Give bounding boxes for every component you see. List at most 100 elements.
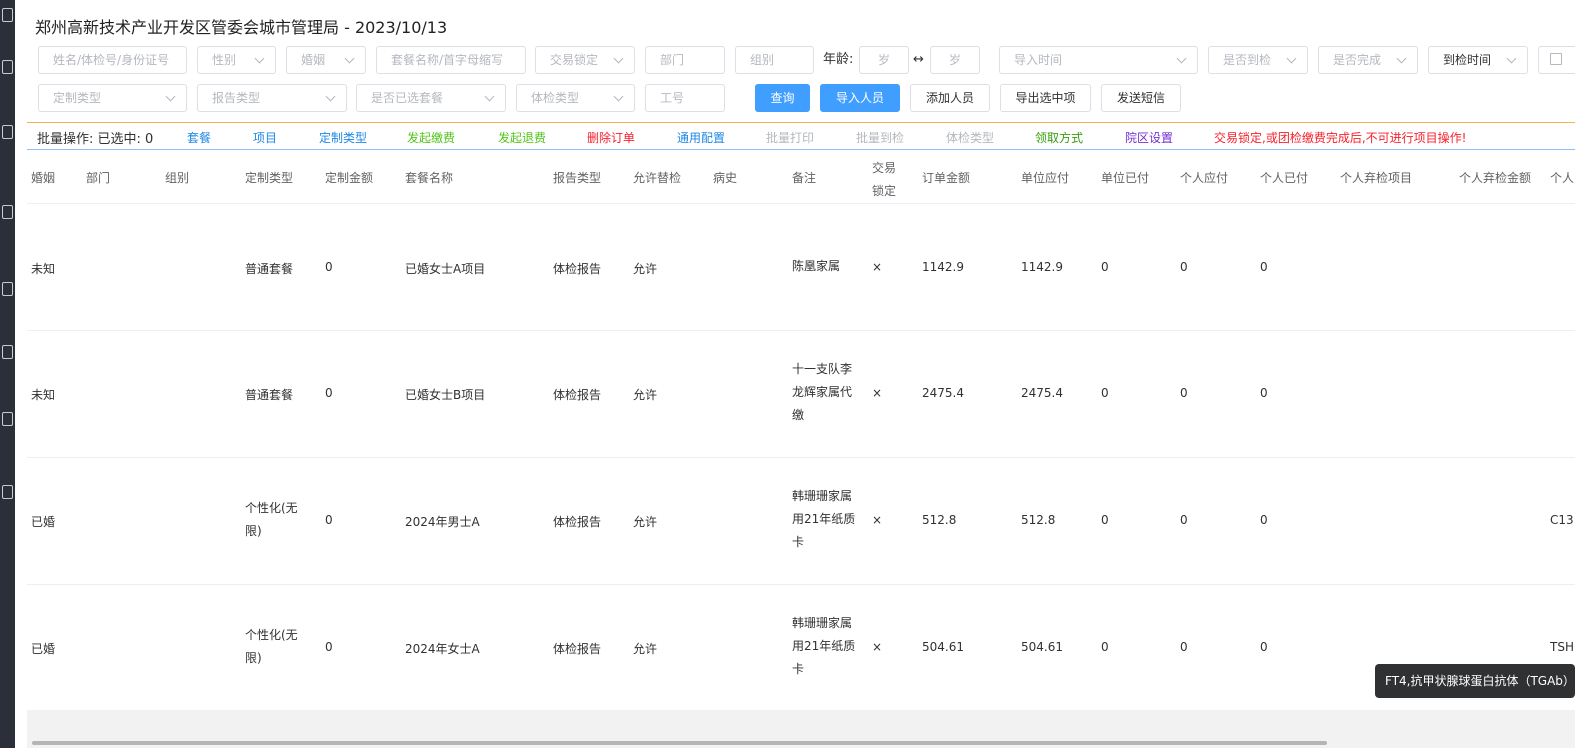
col-unit-due: 单位应付 bbox=[1021, 171, 1070, 185]
batch-pickup-method-link[interactable]: 领取方式 bbox=[1035, 129, 1083, 146]
batch-print-link[interactable]: 批量打印 bbox=[766, 129, 814, 146]
custom-type-select[interactable]: 定制类型 bbox=[38, 84, 187, 112]
col-department: 部门 bbox=[86, 171, 111, 185]
cell-personal-paid: 0 bbox=[1260, 513, 1268, 527]
checkin-time-select[interactable]: 到检时间 bbox=[1428, 46, 1528, 74]
cell-custom-type: 个性化(无限) bbox=[245, 628, 298, 665]
batch-initiate-payment-link[interactable]: 发起缴费 bbox=[407, 129, 455, 146]
batch-warning-text: 交易锁定,或团检缴费完成后,不可进行项目操作! bbox=[1214, 131, 1467, 145]
cell-remark: 韩珊珊家属用21年纸质卡 bbox=[792, 616, 856, 676]
table-icon[interactable] bbox=[2, 125, 13, 139]
batch-exam-type-link[interactable]: 体检类型 bbox=[946, 129, 994, 146]
query-button[interactable]: 查询 bbox=[755, 84, 810, 112]
cell-personal-due: 0 bbox=[1180, 386, 1188, 400]
col-custom-type: 定制类型 bbox=[245, 171, 294, 185]
cell-unit-paid: 0 bbox=[1101, 513, 1109, 527]
cell-package-name: 2024年男士A bbox=[405, 515, 480, 529]
gender-select[interactable]: 性别 bbox=[197, 46, 276, 74]
batch-custom-type-link[interactable]: 定制类型 bbox=[319, 129, 367, 146]
cell-allow-substitute: 允许 bbox=[633, 642, 658, 656]
table-row[interactable]: 未知 普通套餐 0 已婚女士B项目 体检报告 允许 十一支队李龙辉家属代缴 × … bbox=[27, 331, 1575, 458]
batch-checkin-link[interactable]: 批量到检 bbox=[856, 129, 904, 146]
age-to-input[interactable]: 岁 bbox=[930, 46, 980, 74]
star-icon[interactable] bbox=[2, 205, 13, 219]
cell-trade-lock: × bbox=[872, 513, 883, 527]
batch-initiate-refund-link[interactable]: 发起退费 bbox=[498, 129, 546, 146]
age-label: 年龄: bbox=[823, 52, 854, 67]
calendar-icon bbox=[1550, 53, 1562, 65]
app-side-strip bbox=[0, 0, 15, 748]
cell-custom-type: 普通套餐 bbox=[245, 388, 294, 402]
report-type-select[interactable]: 报告类型 bbox=[197, 84, 347, 112]
col-cut-off: 个人 bbox=[1550, 171, 1575, 185]
marriage-select[interactable]: 婚姻 bbox=[286, 46, 366, 74]
table-row[interactable]: 已婚 个性化(无限) 0 2024年男士A 体检报告 允许 韩珊珊家属用21年纸… bbox=[27, 458, 1575, 585]
col-custom-amount: 定制金额 bbox=[325, 171, 374, 185]
cell-marriage: 未知 bbox=[31, 388, 56, 402]
col-unit-paid: 单位已付 bbox=[1101, 171, 1150, 185]
batch-items-link[interactable]: 项目 bbox=[253, 129, 277, 146]
cell-custom-amount: 0 bbox=[325, 260, 333, 274]
group-input[interactable]: 组别 bbox=[735, 46, 814, 74]
batch-selected-count: 批量操作: 已选中: 0 bbox=[37, 132, 154, 147]
cell-allow-substitute: 允许 bbox=[633, 515, 658, 529]
col-personal-paid: 个人已付 bbox=[1260, 171, 1309, 185]
code-icon[interactable] bbox=[2, 345, 13, 359]
grid-icon[interactable] bbox=[2, 60, 13, 74]
cell-order-amount: 504.61 bbox=[922, 640, 964, 654]
cell-package-name: 已婚女士B项目 bbox=[405, 388, 486, 402]
cell-personal-due: 0 bbox=[1180, 260, 1188, 274]
import-time-select[interactable]: 导入时间 bbox=[999, 46, 1198, 74]
arrived-select[interactable]: 是否到检 bbox=[1208, 46, 1308, 74]
table-header: 婚姻 部门 组别 定制类型 定制金额 套餐名称 报告类型 允许替检 病史 备注 … bbox=[27, 151, 1575, 204]
cell-personal-paid: 0 bbox=[1260, 260, 1268, 274]
import-people-button[interactable]: 导入人员 bbox=[820, 84, 900, 112]
batch-operations-bar: 批量操作: 已选中: 0 套餐 项目 定制类型 发起缴费 发起退费 删除订单 通… bbox=[27, 122, 1575, 150]
horizontal-scrollbar[interactable] bbox=[32, 741, 1327, 745]
cell-personal-paid: 0 bbox=[1260, 640, 1268, 654]
edit-icon[interactable] bbox=[2, 412, 13, 426]
file-icon[interactable] bbox=[2, 282, 13, 296]
exam-type-select[interactable]: 体检类型 bbox=[516, 84, 635, 112]
cell-unit-due: 2475.4 bbox=[1021, 386, 1063, 400]
cell-personal-due: 0 bbox=[1180, 513, 1188, 527]
cell-personal-paid: 0 bbox=[1260, 386, 1268, 400]
cell-tooltip: FT4,抗甲状腺球蛋白抗体（TGAb） bbox=[1375, 664, 1575, 698]
tool-icon[interactable] bbox=[2, 485, 13, 499]
cell-package-name: 已婚女士A项目 bbox=[405, 262, 486, 276]
table-row[interactable]: 已婚 个性化(无限) 0 2024年女士A 体检报告 允许 韩珊珊家属用21年纸… bbox=[27, 585, 1575, 710]
table-row[interactable]: 未知 普通套餐 0 已婚女士A项目 体检报告 允许 陈凰家属 × 1142.9 … bbox=[27, 204, 1575, 331]
col-allow-substitute: 允许替检 bbox=[633, 171, 682, 185]
cell-custom-type: 普通套餐 bbox=[245, 262, 294, 276]
cell-custom-amount: 0 bbox=[325, 640, 333, 654]
col-group: 组别 bbox=[165, 171, 190, 185]
batch-general-config-link[interactable]: 通用配置 bbox=[677, 129, 725, 146]
add-people-button[interactable]: 添加人员 bbox=[910, 84, 990, 112]
cell-marriage: 未知 bbox=[31, 262, 56, 276]
col-marriage: 婚姻 bbox=[31, 171, 56, 185]
cell-report-type: 体检报告 bbox=[553, 642, 602, 656]
trade-lock-select[interactable]: 交易锁定 bbox=[535, 46, 635, 74]
cell-cut-off: TSH bbox=[1550, 640, 1574, 654]
export-selected-button[interactable]: 导出选中项 bbox=[1000, 84, 1091, 112]
age-from-input[interactable]: 岁 bbox=[859, 46, 909, 74]
cell-remark: 陈凰家属 bbox=[792, 259, 841, 273]
job-number-input[interactable]: 工号 bbox=[645, 84, 725, 112]
app-logo-icon bbox=[2, 8, 13, 22]
package-name-input[interactable]: 套餐名称/首字母缩写 bbox=[376, 46, 526, 74]
cell-trade-lock: × bbox=[872, 260, 883, 274]
cell-marriage: 已婚 bbox=[31, 642, 56, 656]
batch-delete-order-link[interactable]: 删除订单 bbox=[587, 129, 635, 146]
name-search-input[interactable]: 姓名/体检号/身份证号 bbox=[38, 46, 187, 74]
col-remark: 备注 bbox=[792, 171, 817, 185]
department-input[interactable]: 部门 bbox=[645, 46, 725, 74]
cell-report-type: 体检报告 bbox=[553, 262, 602, 276]
cell-unit-paid: 0 bbox=[1101, 260, 1109, 274]
finished-select[interactable]: 是否完成 bbox=[1318, 46, 1418, 74]
package-selected-select[interactable]: 是否已选套餐 bbox=[356, 84, 506, 112]
cell-marriage: 已婚 bbox=[31, 515, 56, 529]
col-personal-due: 个人应付 bbox=[1180, 171, 1229, 185]
batch-package-link[interactable]: 套餐 bbox=[187, 129, 211, 146]
send-sms-button[interactable]: 发送短信 bbox=[1101, 84, 1181, 112]
batch-campus-setting-link[interactable]: 院区设置 bbox=[1125, 129, 1173, 146]
